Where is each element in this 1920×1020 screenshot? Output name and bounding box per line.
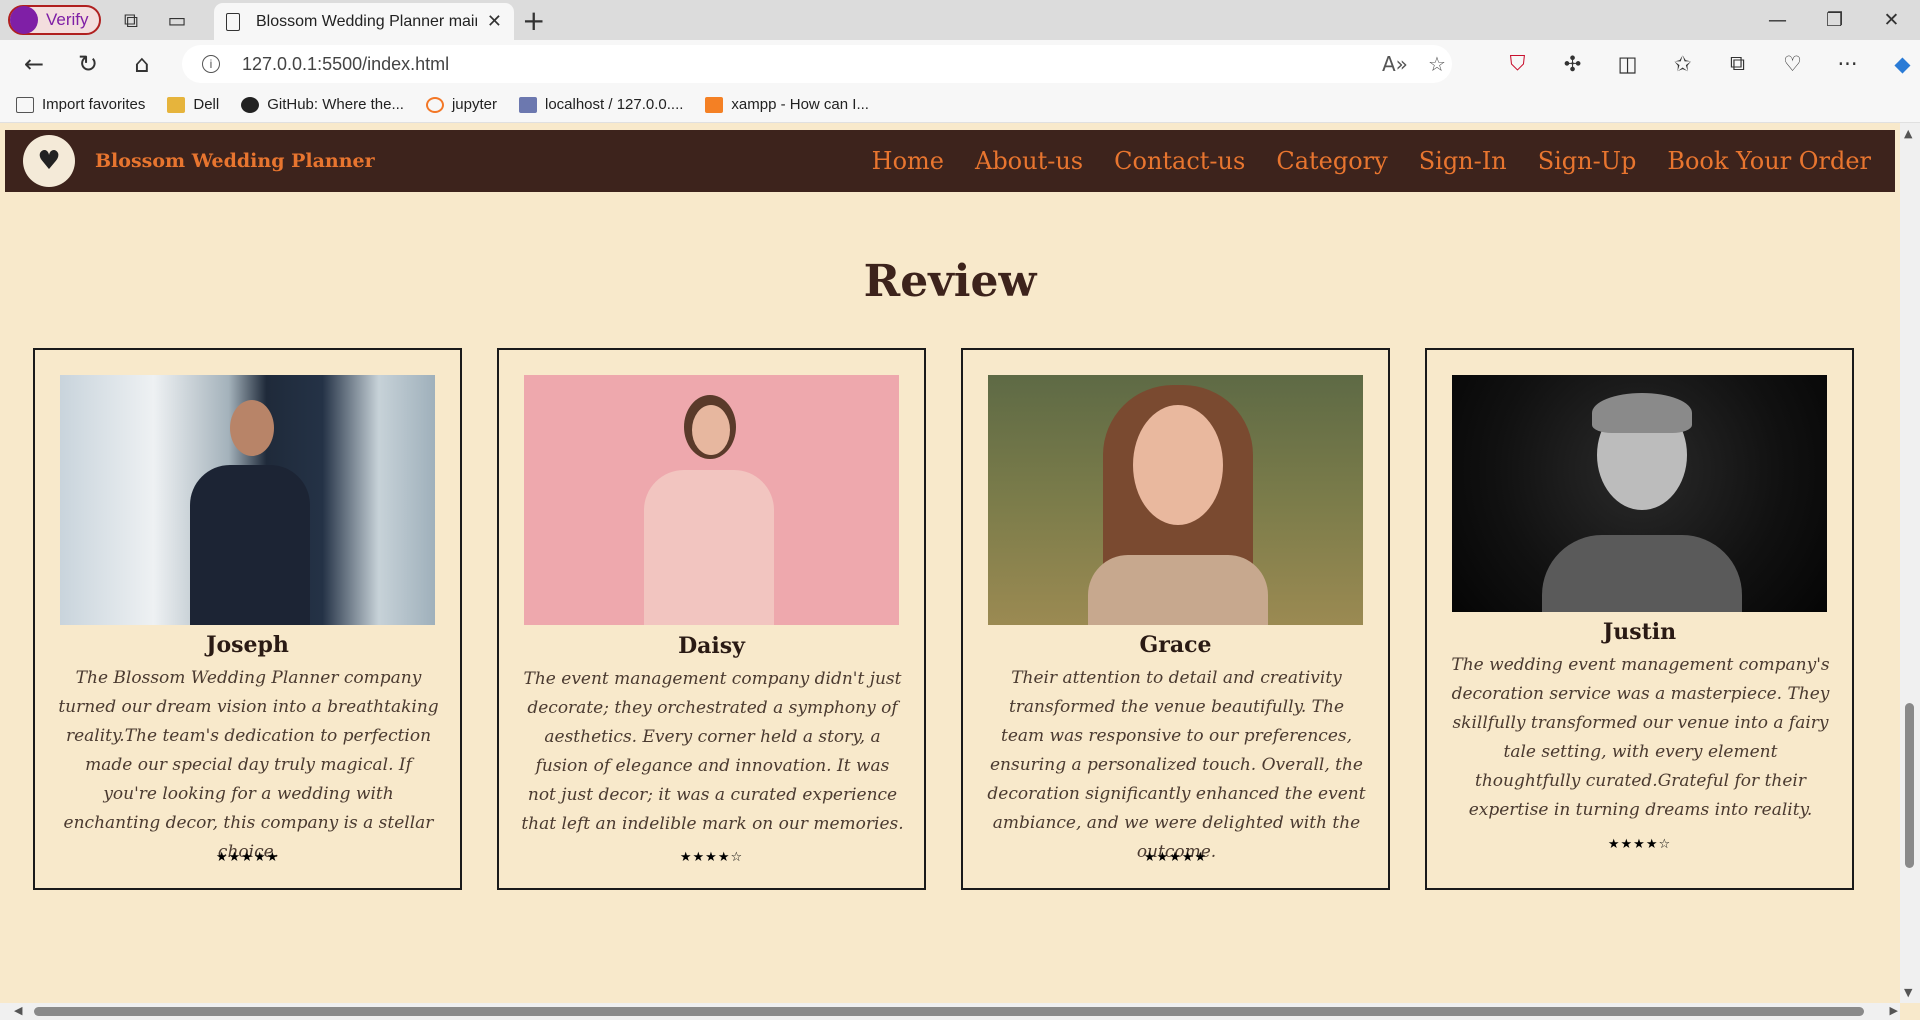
favorite-item[interactable]: jupyter bbox=[425, 96, 497, 113]
favorite-item[interactable]: xampp - How can I... bbox=[705, 96, 869, 113]
url-text: 127.0.0.1:5500/index.html bbox=[242, 53, 450, 74]
scroll-right-icon[interactable]: ▶ bbox=[1890, 1004, 1898, 1017]
review-text: Their attention to detail and creativity… bbox=[987, 668, 1366, 862]
reviewer-name: Justin bbox=[1602, 619, 1677, 645]
section-title: Review bbox=[863, 256, 1037, 307]
folder-icon bbox=[167, 96, 186, 113]
refresh-icon[interactable]: ↻ bbox=[68, 44, 108, 84]
brand-name[interactable]: Blossom Wedding Planner bbox=[95, 150, 375, 172]
nav-menu: Home About-us Contact-us Category Sign-I… bbox=[841, 130, 1871, 192]
vertical-tabs-icon[interactable]: ▭ bbox=[161, 4, 193, 36]
scroll-thumb[interactable] bbox=[1905, 703, 1914, 868]
verify-profile-button[interactable]: Verify bbox=[8, 5, 101, 35]
nav-sign-up[interactable]: Sign-Up bbox=[1538, 147, 1637, 175]
rating-stars: ★★★★★ bbox=[1143, 850, 1208, 865]
split-screen-icon[interactable]: ◫ bbox=[1600, 52, 1655, 76]
new-tab-icon[interactable]: + bbox=[522, 4, 545, 37]
review-card: Grace Their attention to detail and crea… bbox=[961, 348, 1390, 890]
close-tab-icon[interactable]: ✕ bbox=[487, 11, 502, 32]
nav-home[interactable]: Home bbox=[872, 147, 944, 175]
horizontal-scrollbar[interactable]: ◀ ▶ bbox=[0, 1003, 1900, 1020]
copilot-icon[interactable]: ◆ bbox=[1875, 52, 1920, 76]
review-card: Daisy The event management company didn'… bbox=[497, 348, 926, 890]
site-navbar: ♥ Blossom Wedding Planner Home About-us … bbox=[5, 130, 1895, 192]
read-aloud-icon[interactable]: A» bbox=[1382, 52, 1408, 76]
github-icon bbox=[241, 96, 260, 113]
more-options-icon[interactable]: ··· bbox=[1820, 52, 1875, 76]
reviewer-photo bbox=[1452, 375, 1827, 612]
jupyter-icon bbox=[425, 96, 444, 113]
scroll-up-icon[interactable]: ▲ bbox=[1904, 127, 1912, 140]
close-window-icon[interactable]: ✕ bbox=[1863, 0, 1920, 40]
favorite-star-icon[interactable]: ☆ bbox=[1428, 52, 1446, 76]
workspaces-icon[interactable]: ⧉ bbox=[115, 4, 147, 36]
review-card: Joseph The Blossom Wedding Planner compa… bbox=[33, 348, 462, 890]
browser-essentials-icon[interactable]: ♡ bbox=[1765, 52, 1820, 76]
minimize-icon[interactable]: — bbox=[1749, 0, 1806, 40]
extensions-icon[interactable]: ✣ bbox=[1545, 52, 1600, 76]
favorite-item[interactable]: localhost / 127.0.0.... bbox=[518, 96, 683, 113]
nav-book-order[interactable]: Book Your Order bbox=[1667, 147, 1871, 175]
rating-stars: ★★★★★ bbox=[215, 850, 280, 865]
reviewer-name: Grace bbox=[1139, 632, 1212, 658]
review-text: The event management company didn't just… bbox=[521, 669, 904, 834]
address-toolbar: ← ↻ ⌂ i 127.0.0.1:5500/index.html A» ☆ ⛉… bbox=[0, 40, 1920, 87]
favorite-item[interactable]: Import favorites bbox=[16, 96, 145, 113]
window-controls: — ❐ ✕ bbox=[1749, 0, 1920, 40]
verify-label: Verify bbox=[46, 10, 89, 29]
reviewer-photo bbox=[60, 375, 435, 625]
scroll-thumb[interactable] bbox=[34, 1007, 1864, 1016]
site-info-icon[interactable]: i bbox=[202, 55, 220, 73]
import-icon bbox=[16, 96, 34, 113]
mcafee-icon[interactable]: ⛉ bbox=[1490, 51, 1545, 76]
nav-sign-in[interactable]: Sign-In bbox=[1419, 147, 1507, 175]
logo-icon[interactable]: ♥ bbox=[23, 135, 75, 187]
url-field[interactable]: i 127.0.0.1:5500/index.html A» ☆ bbox=[182, 45, 1452, 83]
browser-tab-bar: Verify ⧉ ▭ Blossom Wedding Planner main … bbox=[0, 0, 1920, 40]
favorites-icon[interactable]: ✩ bbox=[1655, 52, 1710, 76]
phpmyadmin-icon bbox=[518, 96, 537, 113]
browser-tab-active[interactable]: Blossom Wedding Planner main ✕ bbox=[214, 3, 514, 40]
collections-icon[interactable]: ⧉ bbox=[1710, 51, 1765, 76]
profile-avatar bbox=[10, 6, 38, 34]
scroll-left-icon[interactable]: ◀ bbox=[14, 1004, 22, 1017]
stackoverflow-icon bbox=[705, 96, 724, 113]
nav-contact[interactable]: Contact-us bbox=[1114, 147, 1245, 175]
nav-about[interactable]: About-us bbox=[975, 147, 1083, 175]
nav-category[interactable]: Category bbox=[1276, 147, 1387, 175]
vertical-scrollbar[interactable]: ▲ ▼ bbox=[1900, 123, 1920, 1003]
favorite-item[interactable]: GitHub: Where the... bbox=[241, 96, 404, 113]
review-card: Justin The wedding event management comp… bbox=[1425, 348, 1854, 890]
back-icon[interactable]: ← bbox=[14, 44, 54, 84]
page-viewport: ♥ Blossom Wedding Planner Home About-us … bbox=[0, 123, 1920, 1020]
reviewer-photo bbox=[988, 375, 1363, 625]
reviewer-photo bbox=[524, 375, 899, 625]
tab-title: Blossom Wedding Planner main bbox=[256, 12, 477, 30]
reviewer-name: Joseph bbox=[206, 632, 289, 658]
review-text: The wedding event management company's d… bbox=[1451, 655, 1830, 820]
reviewer-name: Daisy bbox=[678, 633, 745, 659]
scroll-down-icon[interactable]: ▼ bbox=[1904, 986, 1912, 999]
home-icon[interactable]: ⌂ bbox=[122, 44, 162, 84]
rating-stars: ★★★★☆ bbox=[679, 850, 744, 865]
page-icon bbox=[226, 12, 240, 31]
favorite-item[interactable]: Dell bbox=[167, 96, 219, 113]
restore-icon[interactable]: ❐ bbox=[1806, 0, 1863, 40]
review-text: The Blossom Wedding Planner company turn… bbox=[58, 668, 439, 862]
browser-extensions: ⛉ ✣ ◫ ✩ ⧉ ♡ ··· ◆ bbox=[1490, 40, 1920, 87]
rating-stars: ★★★★☆ bbox=[1607, 837, 1672, 852]
favorites-bar: Import favorites Dell GitHub: Where the.… bbox=[0, 87, 1920, 123]
